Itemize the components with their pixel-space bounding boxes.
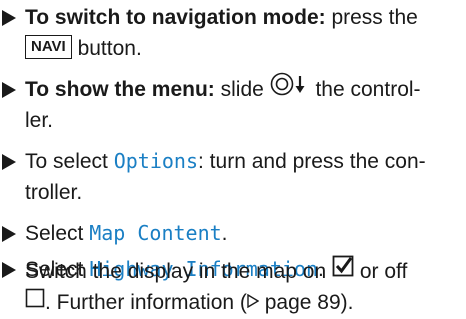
bullet-arrow-icon	[2, 2, 20, 33]
step-text: press the	[325, 6, 418, 29]
step-select-options: To select Options: turn and press the co…	[0, 146, 466, 208]
navi-button-symbol: NAVI	[25, 35, 72, 60]
controller-slide-down-icon	[270, 72, 310, 105]
step-text: the control-	[309, 78, 421, 102]
page-reference-triangle-icon	[247, 286, 260, 317]
step-text: button.	[71, 37, 142, 60]
step-text: or off	[354, 260, 408, 283]
step-text: ler.	[25, 109, 54, 132]
step-text: slide	[214, 78, 270, 102]
step-text: To select	[25, 150, 114, 173]
checkbox-checked-icon	[332, 255, 354, 286]
instruction-list: To switch to navigation mode: press the …	[0, 0, 466, 318]
step-text: ).	[340, 291, 354, 314]
step-show-menu: To show the menu: slide the control- ler…	[0, 72, 466, 136]
bullet-arrow-icon	[2, 146, 20, 177]
bullet-arrow-icon	[2, 74, 20, 105]
menu-item-options: Options	[113, 149, 199, 173]
step-continuation: . Further information ( page 89).	[0, 287, 466, 318]
step-text: . Further information (	[45, 291, 247, 314]
step-text: : turn and press the con-	[198, 150, 426, 173]
page-reference: page 89	[258, 291, 341, 314]
checkbox-unchecked-icon	[25, 286, 45, 317]
step-switch-navigation: To switch to navigation mode: press the …	[0, 2, 466, 64]
step-text: Switch the display in the map on	[25, 260, 333, 283]
step-text: troller.	[25, 181, 83, 204]
step-heading: To switch to navigation mode:	[25, 6, 326, 29]
step-heading: To show the menu:	[25, 78, 215, 102]
step-continuation: Switch the display in the map on or off	[0, 255, 466, 287]
